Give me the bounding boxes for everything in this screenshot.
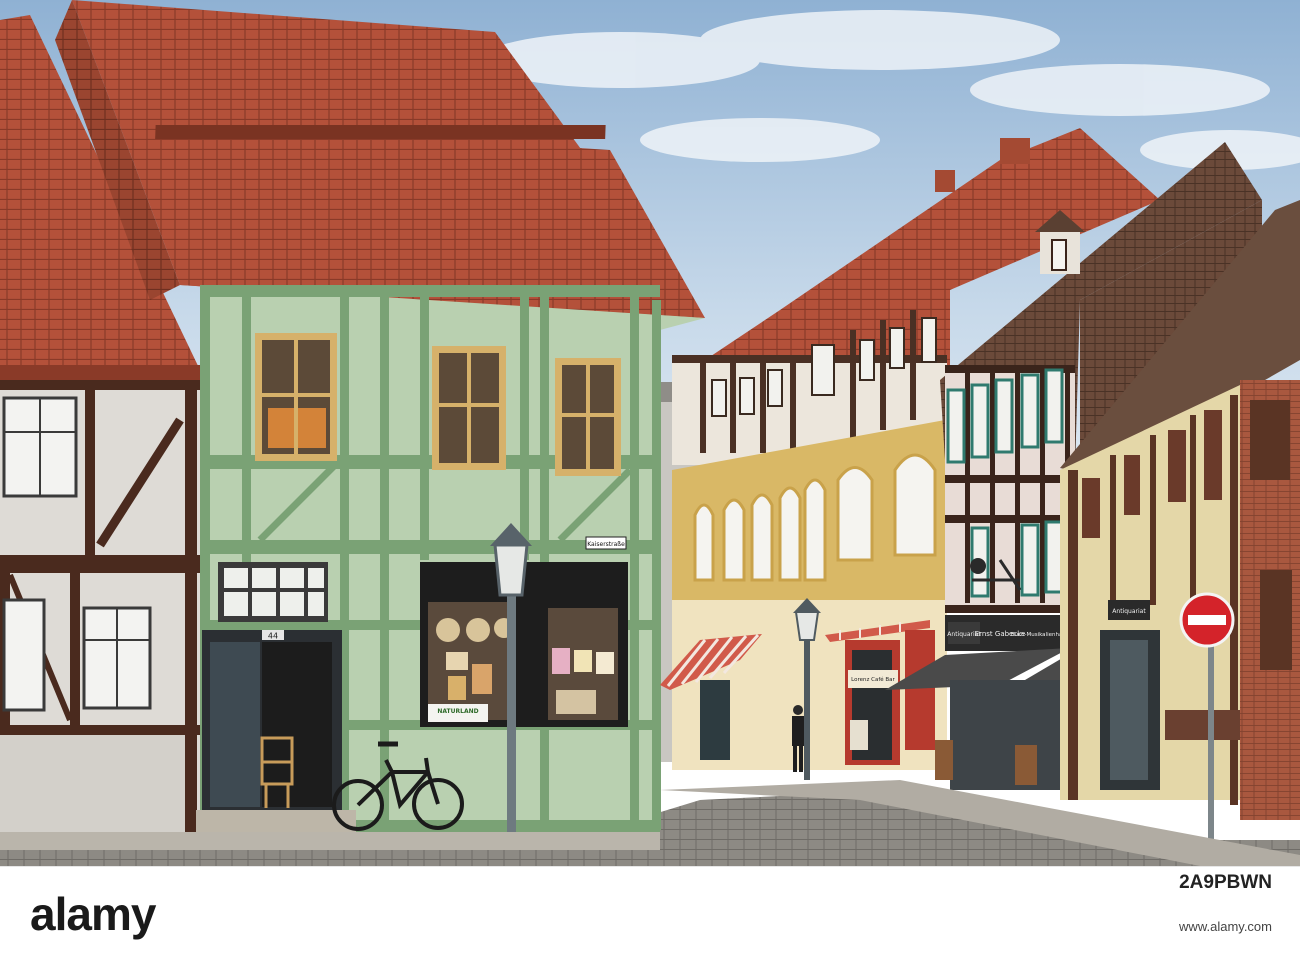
cafe-sign-text: Lorenz Café Bar [851,676,895,683]
watermark-footer: alamy 2A9PBWN www.alamy.com [0,866,1300,957]
site-url: www.alamy.com [1179,919,1272,934]
photo-scene: 44 NATURLAND Kaiserstraße Lorenz Café Ba… [0,0,1300,866]
image-code: 2A9PBWN [1179,872,1272,893]
chimney [1000,138,1030,164]
antiquariat-right-text: Antiquariat [1112,608,1146,615]
naturland-text: NATURLAND [437,708,478,715]
image-code-block: 2A9PBWN [1179,872,1272,893]
house-number-text: 44 [268,632,278,641]
street-name-text: Kaiserstraße [587,541,625,548]
alamy-logo: alamy [30,888,156,940]
